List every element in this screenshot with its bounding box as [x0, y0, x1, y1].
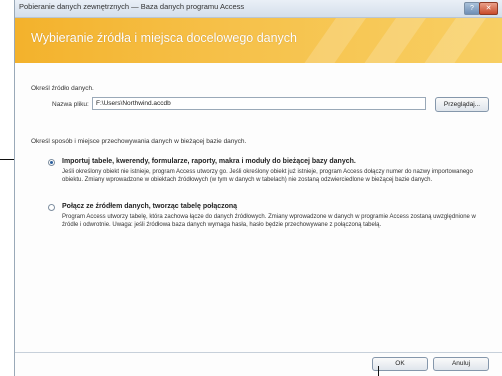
import-option-title[interactable]: Importuj tabele, kwerendy, formularze, r… — [62, 158, 356, 165]
link-radio[interactable] — [48, 204, 55, 211]
import-option-description: Jeśli określony obiekt nie istnieje, pro… — [62, 169, 473, 183]
file-name-label: Nazwa pliku: — [52, 101, 89, 108]
link-option-title[interactable]: Połącz ze źródłem danych, tworząc tabelę… — [62, 203, 237, 210]
title-bar: Pobieranie danych zewnętrznych — Baza da… — [15, 0, 502, 18]
help-button[interactable]: ? — [464, 2, 480, 15]
browse-button[interactable]: Przeglądaj... — [435, 97, 489, 112]
ok-button[interactable]: OK — [372, 357, 428, 371]
callout-line-bottom — [378, 366, 379, 376]
file-name-input[interactable] — [92, 97, 426, 110]
window-title: Pobieranie danych zewnętrznych — Baza da… — [19, 2, 245, 11]
footer-divider — [15, 352, 502, 353]
link-option-description: Program Access utworzy tabelę, która zac… — [62, 214, 476, 228]
import-dialog: Pobieranie danych zewnętrznych — Baza da… — [14, 0, 502, 376]
banner-heading: Wybieranie źródła i miejsca docelowego d… — [31, 31, 297, 45]
banner-decoration — [286, 18, 374, 63]
storage-section-label: Określ sposób i miejsce przechowywania d… — [31, 138, 247, 145]
close-button[interactable]: ✕ — [479, 2, 498, 15]
cancel-button[interactable]: Anuluj — [433, 357, 489, 371]
header-banner: Wybieranie źródła i miejsca docelowego d… — [15, 18, 502, 63]
import-radio[interactable] — [48, 159, 55, 166]
source-section-label: Określ źródło danych. — [31, 85, 94, 92]
